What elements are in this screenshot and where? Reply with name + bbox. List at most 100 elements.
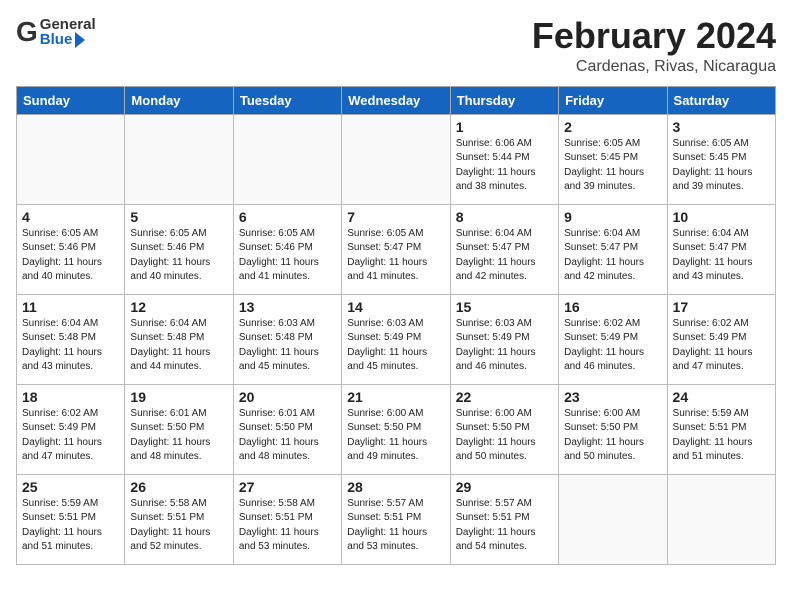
cell-info: Sunrise: 6:01 AMSunset: 5:50 PMDaylight:… <box>239 407 336 465</box>
calendar-cell <box>125 114 233 204</box>
cell-info: Sunrise: 5:58 AMSunset: 5:51 PMDaylight:… <box>130 497 227 555</box>
calendar-cell: 2 Sunrise: 6:05 AMSunset: 5:45 PMDaylight… <box>559 114 667 204</box>
calendar-table: SundayMondayTuesdayWednesdayThursdayFrid… <box>16 86 776 565</box>
calendar-day-header: Thursday <box>450 86 558 114</box>
calendar-cell: 15 Sunrise: 6:03 AMSunset: 5:49 PMDayligh… <box>450 294 558 384</box>
day-number: 9 <box>564 209 661 225</box>
cell-info: Sunrise: 6:02 AMSunset: 5:49 PMDaylight:… <box>673 317 770 375</box>
calendar-cell: 25Sunrise: 5:59 AMSunset: 5:51 PMDayligh… <box>17 474 125 564</box>
day-number: 1 <box>456 119 553 135</box>
calendar-cell: 29Sunrise: 5:57 AMSunset: 5:51 PMDayligh… <box>450 474 558 564</box>
day-number: 24 <box>673 389 770 405</box>
calendar-week-row: 25Sunrise: 5:59 AMSunset: 5:51 PMDayligh… <box>17 474 776 564</box>
cell-info: Sunrise: 6:05 AMSunset: 5:45 PMDaylight:… <box>673 137 770 195</box>
cell-info: Sunrise: 6:00 AMSunset: 5:50 PMDaylight:… <box>456 407 553 465</box>
day-number: 10 <box>673 209 770 225</box>
cell-info: Sunrise: 6:03 AMSunset: 5:49 PMDaylight:… <box>456 317 553 375</box>
day-number: 18 <box>22 389 119 405</box>
cell-info: Sunrise: 6:05 AMSunset: 5:47 PMDaylight:… <box>347 227 444 285</box>
cell-info: Sunrise: 5:58 AMSunset: 5:51 PMDaylight:… <box>239 497 336 555</box>
calendar-day-header: Tuesday <box>233 86 341 114</box>
calendar-cell <box>559 474 667 564</box>
calendar-cell: 18 Sunrise: 6:02 AMSunset: 5:49 PMDayligh… <box>17 384 125 474</box>
calendar-cell: 13 Sunrise: 6:03 AMSunset: 5:48 PMDayligh… <box>233 294 341 384</box>
calendar-week-row: 1 Sunrise: 6:06 AMSunset: 5:44 PMDaylight… <box>17 114 776 204</box>
cell-info: Sunrise: 6:05 AMSunset: 5:46 PMDaylight:… <box>239 227 336 285</box>
calendar-cell: 27 Sunrise: 5:58 AMSunset: 5:51 PMDayligh… <box>233 474 341 564</box>
day-number: 20 <box>239 389 336 405</box>
logo: G General Blue <box>16 16 96 48</box>
cell-info: Sunrise: 6:03 AMSunset: 5:48 PMDaylight:… <box>239 317 336 375</box>
calendar-cell: 24 Sunrise: 5:59 AMSunset: 5:51 PMDayligh… <box>667 384 775 474</box>
logo-triangle-icon <box>75 32 85 48</box>
cell-info: Sunrise: 6:02 AMSunset: 5:49 PMDaylight:… <box>22 407 119 465</box>
day-number: 15 <box>456 299 553 315</box>
calendar-cell: 19 Sunrise: 6:01 AMSunset: 5:50 PMDayligh… <box>125 384 233 474</box>
day-number: 29 <box>456 479 553 495</box>
cell-info: Sunrise: 6:05 AMSunset: 5:46 PMDaylight:… <box>130 227 227 285</box>
cell-info: Sunrise: 6:01 AMSunset: 5:50 PMDaylight:… <box>130 407 227 465</box>
calendar-cell: 16 Sunrise: 6:02 AMSunset: 5:49 PMDayligh… <box>559 294 667 384</box>
day-number: 6 <box>239 209 336 225</box>
cell-info: Sunrise: 6:05 AMSunset: 5:45 PMDaylight:… <box>564 137 661 195</box>
day-number: 12 <box>130 299 227 315</box>
calendar-cell: 14 Sunrise: 6:03 AMSunset: 5:49 PMDayligh… <box>342 294 450 384</box>
cell-info: Sunrise: 6:04 AMSunset: 5:47 PMDaylight:… <box>673 227 770 285</box>
day-number: 23 <box>564 389 661 405</box>
calendar-cell: 11Sunrise: 6:04 AMSunset: 5:48 PMDayligh… <box>17 294 125 384</box>
cell-info: Sunrise: 6:00 AMSunset: 5:50 PMDaylight:… <box>564 407 661 465</box>
day-number: 17 <box>673 299 770 315</box>
calendar-day-header: Wednesday <box>342 86 450 114</box>
day-number: 5 <box>130 209 227 225</box>
calendar-day-header: Sunday <box>17 86 125 114</box>
calendar-cell: 10 Sunrise: 6:04 AMSunset: 5:47 PMDayligh… <box>667 204 775 294</box>
calendar-cell <box>342 114 450 204</box>
calendar-cell: 23 Sunrise: 6:00 AMSunset: 5:50 PMDayligh… <box>559 384 667 474</box>
calendar-week-row: 18 Sunrise: 6:02 AMSunset: 5:49 PMDayligh… <box>17 384 776 474</box>
day-number: 7 <box>347 209 444 225</box>
title-area: February 2024 Cardenas, Rivas, Nicaragua <box>532 16 776 76</box>
logo-g-letter: G <box>16 16 38 48</box>
calendar-day-header: Monday <box>125 86 233 114</box>
calendar-cell: 26 Sunrise: 5:58 AMSunset: 5:51 PMDayligh… <box>125 474 233 564</box>
cell-info: Sunrise: 6:04 AMSunset: 5:47 PMDaylight:… <box>456 227 553 285</box>
day-number: 14 <box>347 299 444 315</box>
day-number: 27 <box>239 479 336 495</box>
day-number: 13 <box>239 299 336 315</box>
cell-info: Sunrise: 6:02 AMSunset: 5:49 PMDaylight:… <box>564 317 661 375</box>
calendar-cell: 3Sunrise: 6:05 AMSunset: 5:45 PMDaylight… <box>667 114 775 204</box>
day-number: 21 <box>347 389 444 405</box>
calendar-day-header: Saturday <box>667 86 775 114</box>
day-number: 8 <box>456 209 553 225</box>
calendar-cell: 6 Sunrise: 6:05 AMSunset: 5:46 PMDaylight… <box>233 204 341 294</box>
day-number: 22 <box>456 389 553 405</box>
cell-info: Sunrise: 6:06 AMSunset: 5:44 PMDaylight:… <box>456 137 553 195</box>
cell-info: Sunrise: 6:00 AMSunset: 5:50 PMDaylight:… <box>347 407 444 465</box>
calendar-cell <box>667 474 775 564</box>
calendar-header-row: SundayMondayTuesdayWednesdayThursdayFrid… <box>17 86 776 114</box>
calendar-cell: 7 Sunrise: 6:05 AMSunset: 5:47 PMDaylight… <box>342 204 450 294</box>
calendar-cell: 17 Sunrise: 6:02 AMSunset: 5:49 PMDayligh… <box>667 294 775 384</box>
header: G General Blue February 2024 Cardenas, R… <box>16 16 776 76</box>
day-number: 19 <box>130 389 227 405</box>
calendar-cell: 21 Sunrise: 6:00 AMSunset: 5:50 PMDayligh… <box>342 384 450 474</box>
day-number: 26 <box>130 479 227 495</box>
day-number: 2 <box>564 119 661 135</box>
cell-info: Sunrise: 5:57 AMSunset: 5:51 PMDaylight:… <box>347 497 444 555</box>
cell-info: Sunrise: 6:04 AMSunset: 5:48 PMDaylight:… <box>22 317 119 375</box>
calendar-cell <box>233 114 341 204</box>
calendar-cell: 1 Sunrise: 6:06 AMSunset: 5:44 PMDaylight… <box>450 114 558 204</box>
calendar-cell <box>17 114 125 204</box>
calendar-cell: 22 Sunrise: 6:00 AMSunset: 5:50 PMDayligh… <box>450 384 558 474</box>
calendar-cell: 28Sunrise: 5:57 AMSunset: 5:51 PMDayligh… <box>342 474 450 564</box>
day-number: 16 <box>564 299 661 315</box>
day-number: 4 <box>22 209 119 225</box>
cell-info: Sunrise: 6:03 AMSunset: 5:49 PMDaylight:… <box>347 317 444 375</box>
cell-info: Sunrise: 6:05 AMSunset: 5:46 PMDaylight:… <box>22 227 119 285</box>
calendar-cell: 4 Sunrise: 6:05 AMSunset: 5:46 PMDaylight… <box>17 204 125 294</box>
cell-info: Sunrise: 5:59 AMSunset: 5:51 PMDaylight:… <box>673 407 770 465</box>
calendar-cell: 8 Sunrise: 6:04 AMSunset: 5:47 PMDaylight… <box>450 204 558 294</box>
cell-info: Sunrise: 6:04 AMSunset: 5:47 PMDaylight:… <box>564 227 661 285</box>
calendar-week-row: 11Sunrise: 6:04 AMSunset: 5:48 PMDayligh… <box>17 294 776 384</box>
calendar-day-header: Friday <box>559 86 667 114</box>
